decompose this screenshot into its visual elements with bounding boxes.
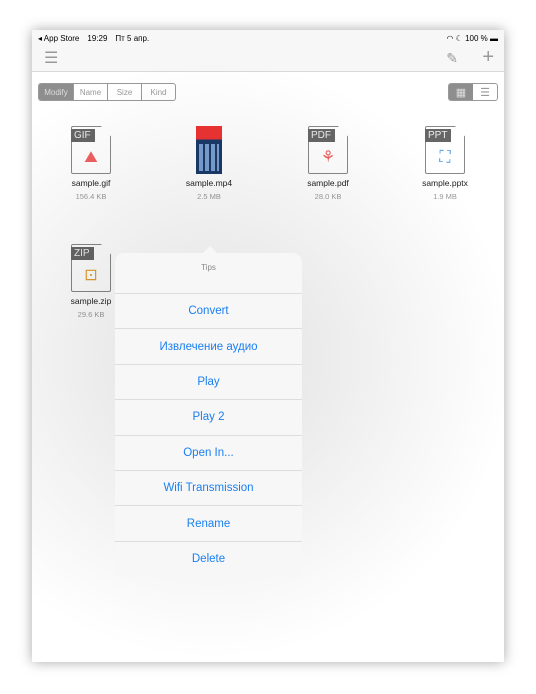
file-size: 28.0 KB bbox=[314, 192, 342, 201]
file-name: sample.pptx bbox=[422, 178, 468, 188]
file-size: 1.9 MB bbox=[433, 192, 457, 201]
grid-view-icon[interactable]: ▦ bbox=[449, 84, 473, 100]
file-tag: ZIP bbox=[71, 247, 94, 260]
nav-bar: ☰ ✎ + bbox=[32, 46, 504, 72]
sort-size[interactable]: Size bbox=[107, 84, 141, 100]
file-size: 156.4 KB bbox=[75, 192, 107, 201]
rename-button[interactable]: Rename bbox=[115, 506, 302, 542]
sort-segmented-control: Modify Name Size Kind bbox=[38, 83, 176, 101]
open-in-button[interactable]: Open In... bbox=[115, 436, 302, 471]
back-to-app-store[interactable]: ◂ App Store bbox=[38, 34, 79, 43]
battery-text: 100 % bbox=[465, 33, 488, 43]
file-size: 2.5 MB bbox=[197, 192, 221, 201]
view-mode-control: ▦ ☰ bbox=[448, 83, 498, 101]
status-bar: ◂ App Store 19:29 Пт 5 апр. ◠ ☾ 100 % ▬ bbox=[32, 30, 504, 46]
gif-file-icon: GIF ⛰ bbox=[71, 126, 111, 174]
list-view-icon[interactable]: ☰ bbox=[473, 84, 497, 100]
file-item[interactable]: PDF ⚘ sample.pdf 28.0 KB bbox=[283, 126, 373, 201]
file-tag: GIF bbox=[71, 129, 95, 142]
file-item[interactable]: GIF ⛰ sample.gif 156.4 KB bbox=[46, 126, 136, 201]
zip-file-icon: ZIP ⊡ bbox=[71, 244, 111, 292]
file-item[interactable]: PPT ⛶ sample.pptx 1.9 MB bbox=[400, 126, 490, 201]
ppt-file-icon: PPT ⛶ bbox=[425, 126, 465, 174]
file-name: sample.mp4 bbox=[185, 178, 233, 188]
file-tag: PPT bbox=[425, 129, 452, 142]
popover-title: Tips bbox=[115, 253, 302, 294]
wifi-icon: ◠ ☾ bbox=[446, 33, 466, 43]
file-tag: PDF bbox=[308, 129, 335, 142]
video-thumbnail bbox=[196, 126, 222, 174]
play-2-button[interactable]: Play 2 bbox=[115, 400, 302, 436]
sort-name[interactable]: Name bbox=[73, 84, 107, 100]
file-name: sample.pdf bbox=[307, 178, 349, 188]
sort-modify[interactable]: Modify bbox=[39, 84, 73, 100]
sort-kind[interactable]: Kind bbox=[141, 84, 175, 100]
play-button[interactable]: Play bbox=[115, 365, 302, 401]
time: 19:29 bbox=[87, 33, 108, 43]
extract-audio-button[interactable]: Извлечение аудио bbox=[115, 329, 302, 365]
plus-icon[interactable]: + bbox=[482, 46, 494, 69]
pencil-icon[interactable]: ✎ bbox=[446, 50, 458, 67]
wifi-transmission-button[interactable]: Wifi Transmission bbox=[115, 471, 302, 507]
file-name: sample.gif bbox=[71, 178, 111, 188]
date: Пт 5 апр. bbox=[115, 33, 150, 43]
battery-icon: ▬ bbox=[490, 33, 498, 43]
pdf-file-icon: PDF ⚘ bbox=[308, 126, 348, 174]
convert-button[interactable]: Convert bbox=[115, 294, 302, 330]
file-item[interactable]: sample.mp4 2.5 MB bbox=[164, 126, 254, 201]
menu-icon[interactable]: ☰ bbox=[44, 48, 58, 68]
ipad-screen: ◂ App Store 19:29 Пт 5 апр. ◠ ☾ 100 % ▬ ☰ … bbox=[32, 30, 504, 662]
action-popover: Tips Convert Извлечение аудио Play Play … bbox=[115, 253, 302, 577]
delete-button[interactable]: Delete bbox=[115, 542, 302, 577]
